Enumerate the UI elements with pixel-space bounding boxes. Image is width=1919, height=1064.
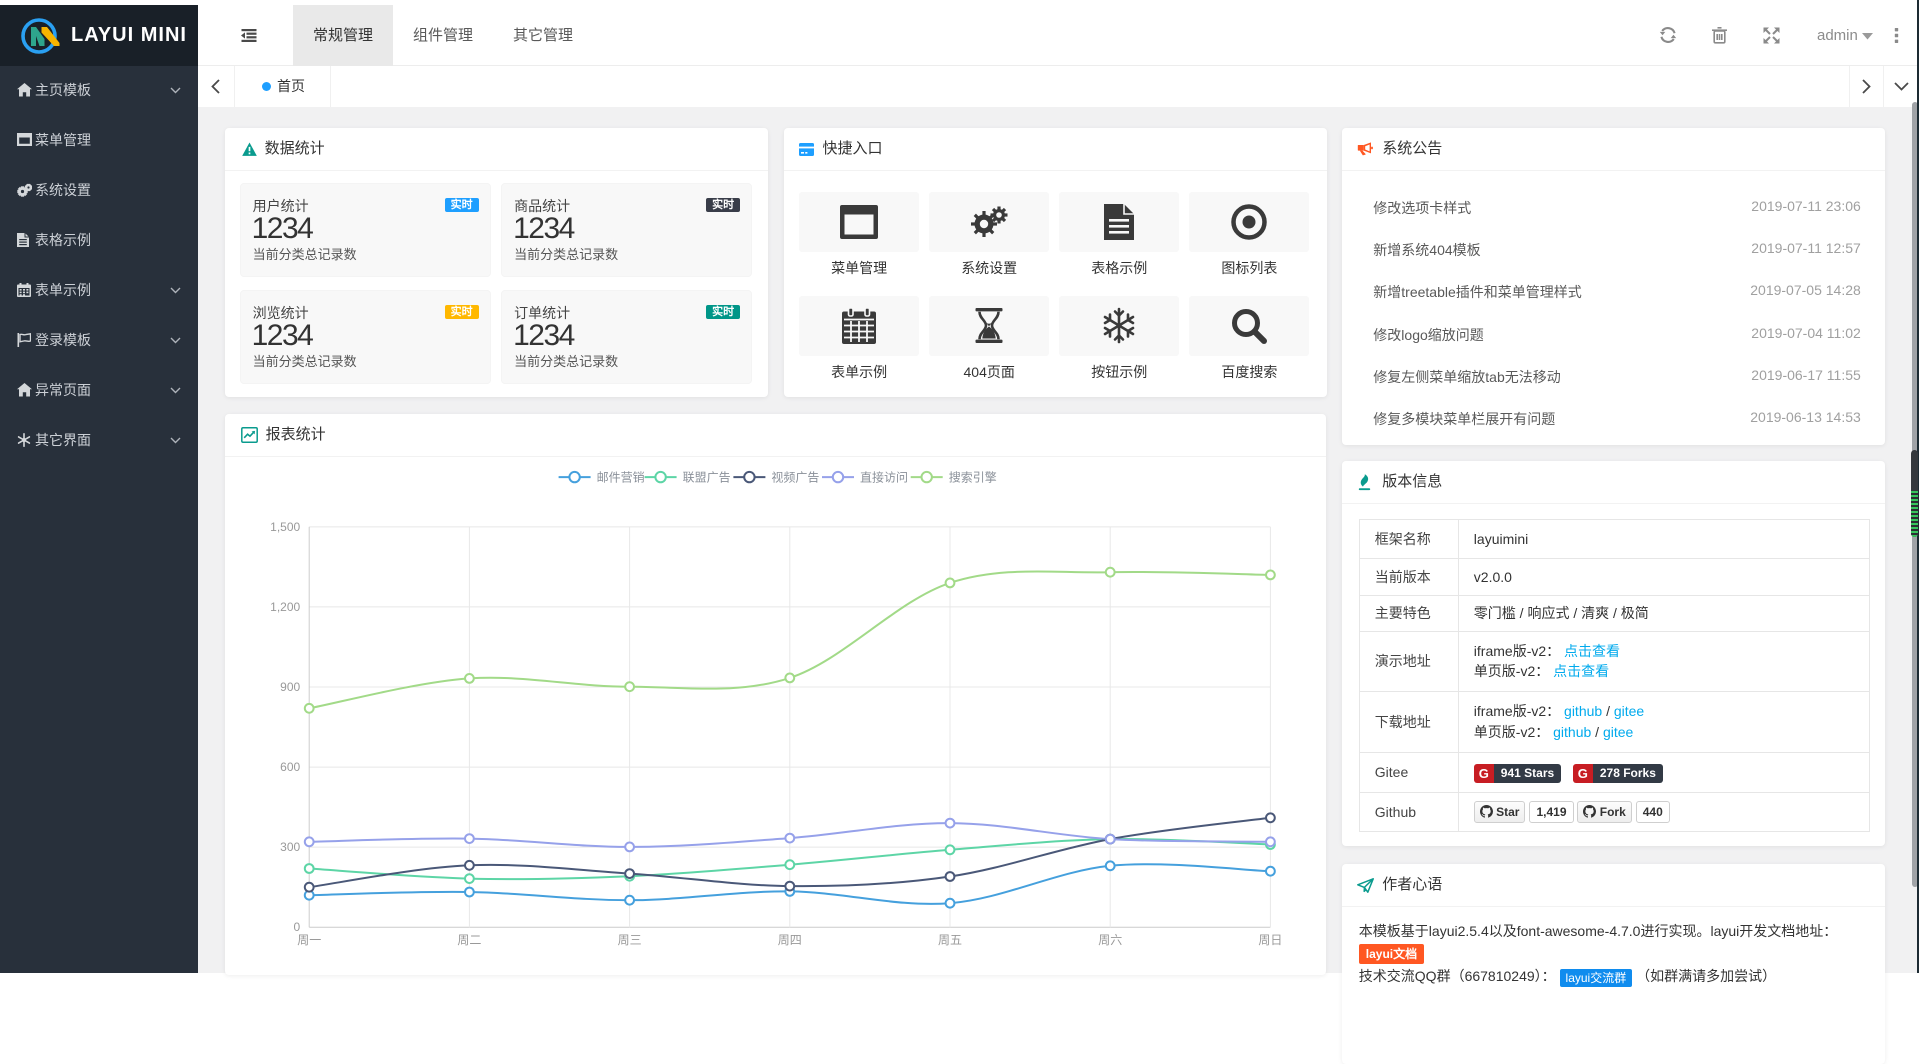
svg-text:周一: 周一 (297, 934, 321, 948)
svg-text:300: 300 (280, 840, 300, 854)
svg-text:邮件营销: 邮件营销 (596, 471, 644, 485)
svg-text:周二: 周二 (457, 934, 481, 948)
svg-text:0: 0 (293, 921, 300, 935)
svg-text:周四: 周四 (777, 934, 801, 948)
svg-text:联盟广告: 联盟广告 (682, 471, 730, 485)
svg-text:视频广告: 视频广告 (771, 470, 819, 485)
svg-text:周五: 周五 (938, 934, 962, 948)
svg-text:600: 600 (280, 760, 300, 774)
svg-text:搜索引擎: 搜索引擎 (948, 470, 996, 485)
svg-text:1,200: 1,200 (270, 600, 300, 614)
svg-text:周三: 周三 (617, 934, 641, 948)
svg-text:周日: 周日 (1258, 934, 1282, 948)
svg-text:1,500: 1,500 (270, 520, 300, 534)
svg-text:900: 900 (280, 680, 300, 694)
svg-text:周六: 周六 (1098, 934, 1122, 948)
svg-text:直接访问: 直接访问 (860, 470, 908, 485)
